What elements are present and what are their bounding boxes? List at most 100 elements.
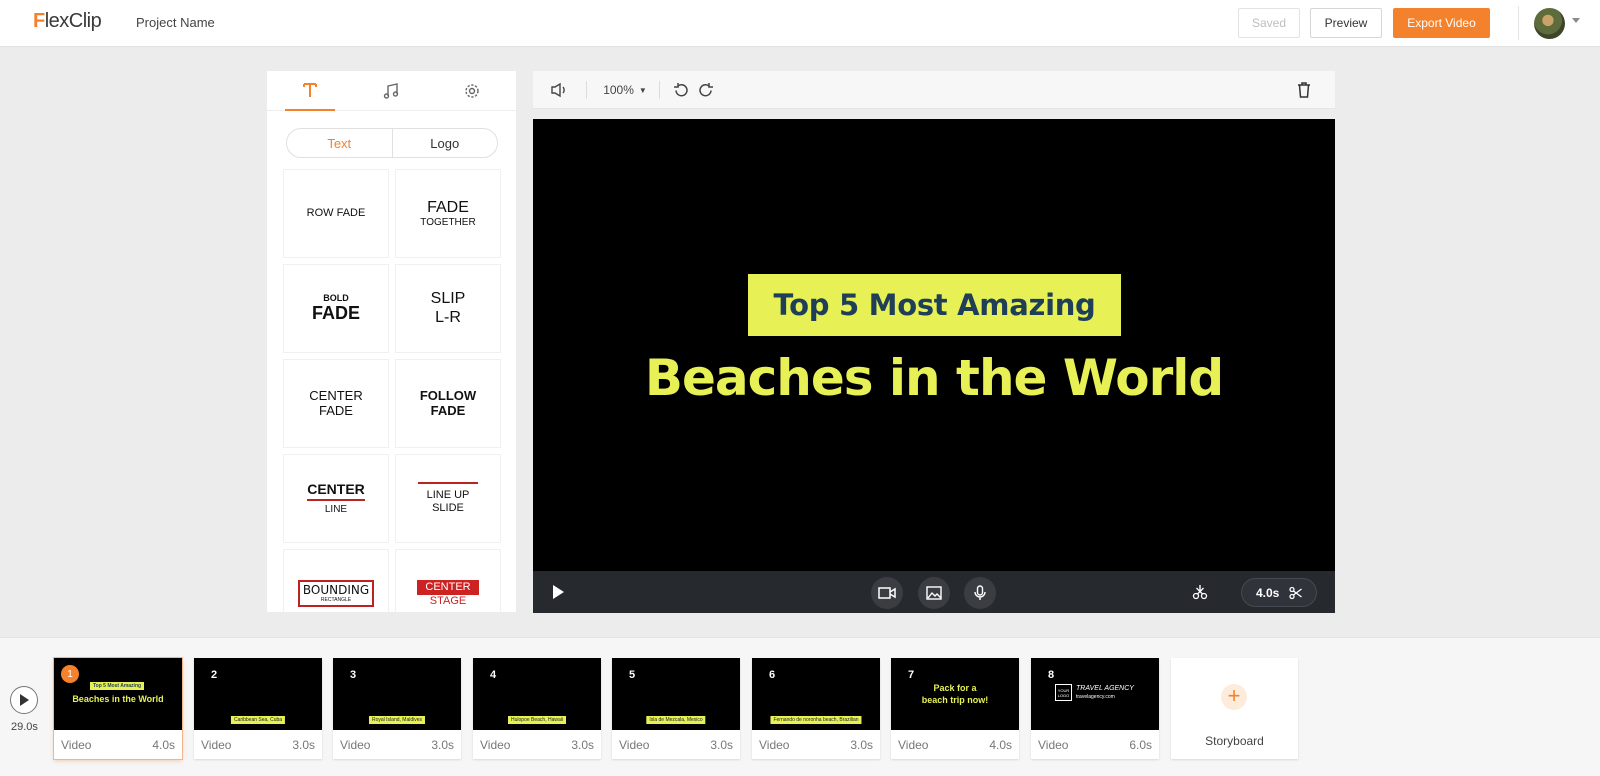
template-label: CENTER (307, 481, 365, 502)
template-bounding-rectangle[interactable]: BOUNDING RECTANGLE (284, 550, 388, 612)
logo-placeholder: YOUR LOGO (1055, 684, 1072, 701)
clip-thumbnail: 3 Royal Island, Maldives (333, 658, 461, 730)
logo-segment[interactable]: Logo (393, 129, 498, 157)
timeline-clip-7[interactable]: 7 Pack for a beach trip now! Video 4.0s (891, 658, 1019, 759)
logo-text: lexClip (44, 10, 102, 32)
zoom-select[interactable]: 100% ▼ (601, 71, 649, 109)
clip-type: Video (619, 738, 650, 752)
volume-button[interactable] (547, 71, 571, 109)
avatar[interactable] (1534, 8, 1565, 39)
thumb-text-line2: beach trip now! (921, 695, 989, 705)
template-label: FADE (427, 198, 469, 216)
clip-duration-control[interactable]: 4.0s (1241, 578, 1317, 607)
play-icon (20, 694, 29, 706)
template-sublabel: RECTANGLE (320, 596, 352, 603)
clip-number: 6 (769, 669, 776, 681)
play-icon (553, 585, 564, 599)
timeline-clip-6[interactable]: 6 Fernando de noronha beach, Brazilian V… (752, 658, 880, 759)
text-segment[interactable]: Text (287, 129, 393, 157)
title-highlight-box[interactable]: Top 5 Most Amazing (748, 274, 1121, 336)
record-voice-button[interactable] (964, 577, 996, 609)
preview-button[interactable]: Preview (1310, 8, 1382, 38)
template-center-line[interactable]: CENTER LINE (284, 455, 388, 542)
template-label: LINE UP (418, 482, 478, 502)
clip-thumbnail: 4 Hulopoe Beach, Hawaii (473, 658, 601, 730)
template-label: BOUNDING (302, 582, 370, 597)
split-button[interactable] (1192, 584, 1208, 605)
flexclip-logo[interactable]: FlexClip (33, 10, 102, 33)
redo-button[interactable] (696, 71, 716, 109)
thumb-title-small: Top 5 Most Amazing (90, 682, 145, 690)
template-slip-lr[interactable]: SLIP L-R (396, 265, 500, 352)
tab-text[interactable] (285, 71, 335, 111)
clip-type: Video (201, 738, 232, 752)
timeline-clip-8[interactable]: 8 YOUR LOGO TRAVEL AGENCY travelagency.c… (1031, 658, 1159, 759)
preview-toolbar: 100% ▼ (533, 71, 1335, 109)
timeline-clip-3[interactable]: 3 Royal Island, Maldives Video 3.0s (333, 658, 461, 759)
video-canvas[interactable]: Top 5 Most Amazing Beaches in the World (533, 119, 1335, 571)
template-sublabel: L-R (435, 308, 461, 326)
template-sublabel: FADE (430, 402, 466, 418)
clip-duration: 3.0s (431, 738, 454, 752)
timeline: 29.0s 1 Top 5 Most Amazing Beaches in th… (0, 637, 1600, 776)
template-follow-fade[interactable]: FOLLOW FADE (396, 360, 500, 447)
template-sublabel: SLIDE (432, 502, 464, 514)
split-scissors-icon (1192, 585, 1208, 600)
player-bar: 4.0s (533, 571, 1335, 613)
video-camera-icon (878, 587, 896, 599)
template-row-fade[interactable]: ROW FADE (284, 170, 388, 257)
clip-duration: 6.0s (1129, 738, 1152, 752)
tab-settings[interactable] (447, 71, 497, 111)
timeline-clip-2[interactable]: 2 Caribbean Sea, Cuba Video 3.0s (194, 658, 322, 759)
timeline-clip-4[interactable]: 4 Hulopoe Beach, Hawaii Video 3.0s (473, 658, 601, 759)
scissors-icon (1289, 586, 1303, 599)
chevron-down-icon[interactable] (1572, 18, 1580, 23)
clip-type: Video (340, 738, 371, 752)
timeline-play-button[interactable] (10, 686, 38, 714)
microphone-icon (974, 585, 986, 600)
clip-thumbnail: 1 Top 5 Most Amazing Beaches in the Worl… (54, 658, 182, 730)
template-bold-fade[interactable]: BOLD FADE (284, 265, 388, 352)
template-center-stage[interactable]: CENTER STAGE (396, 550, 500, 612)
undo-button[interactable] (671, 71, 691, 109)
image-icon (926, 586, 942, 600)
thumb-text-line1: TRAVEL AGENCY (1076, 685, 1134, 692)
tab-music[interactable] (366, 71, 416, 111)
template-center-fade[interactable]: CENTER FADE (284, 360, 388, 447)
clip-number: 5 (629, 669, 636, 681)
add-video-button[interactable] (871, 577, 903, 609)
location-caption: Isla de Mezcala, Mexico (646, 716, 706, 724)
clip-number: 2 (211, 669, 218, 681)
project-name[interactable]: Project Name (136, 15, 215, 30)
template-fade-together[interactable]: FADE TOGETHER (396, 170, 500, 257)
timeline-clip-1[interactable]: 1 Top 5 Most Amazing Beaches in the Worl… (54, 658, 182, 759)
small-title-text[interactable]: Top 5 Most Amazing (773, 288, 1095, 322)
clip-type: Video (759, 738, 790, 752)
export-video-button[interactable]: Export Video (1393, 8, 1490, 38)
storyboard-label: Storyboard (1205, 734, 1264, 748)
timeline-clip-5[interactable]: 5 Isla de Mezcala, Mexico Video 3.0s (612, 658, 740, 759)
template-line-up-slide[interactable]: LINE UP SLIDE (396, 455, 500, 542)
clip-duration: 3.0s (850, 738, 873, 752)
clip-duration: 3.0s (710, 738, 733, 752)
template-label: CENTER (309, 387, 363, 403)
speaker-icon (551, 82, 565, 98)
toolbar-divider (659, 81, 660, 99)
undo-icon (674, 83, 688, 97)
play-button[interactable] (551, 584, 565, 605)
redo-icon (699, 83, 713, 97)
text-logo-toggle: Text Logo (286, 128, 498, 158)
storyboard-button[interactable]: + Storyboard (1171, 658, 1298, 759)
saved-button[interactable]: Saved (1238, 8, 1300, 38)
template-label: ROW FADE (306, 207, 366, 220)
clip-duration: 3.0s (571, 738, 594, 752)
thumb-text-line1: Pack for a (933, 683, 977, 693)
main-title-text[interactable]: Beaches in the World (533, 349, 1335, 407)
delete-button[interactable] (1293, 71, 1315, 109)
add-image-button[interactable] (918, 577, 950, 609)
bounding-frame: BOUNDING RECTANGLE (297, 579, 375, 608)
caret-down-icon: ▼ (638, 85, 647, 95)
text-panel: Text Logo ROW FADE FADE TOGETHER BOLD FA… (267, 71, 516, 612)
template-sublabel: TOGETHER (420, 216, 476, 228)
clip-type: Video (1038, 738, 1069, 752)
